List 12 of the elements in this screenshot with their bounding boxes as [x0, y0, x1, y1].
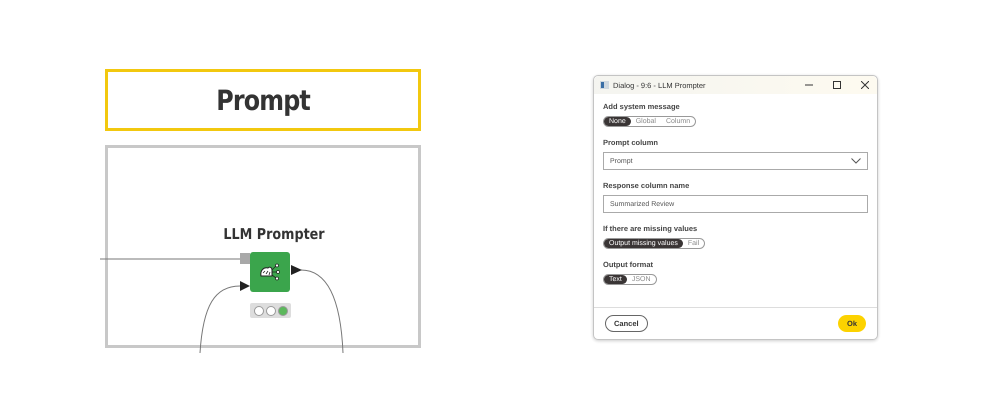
node[interactable] [250, 252, 290, 292]
heading: Prompt [216, 84, 310, 116]
input-port[interactable] [240, 281, 250, 291]
close-icon[interactable] [861, 81, 869, 89]
window-icon [600, 81, 609, 89]
node-title: LLM Prompter [222, 225, 326, 243]
input-port[interactable] [240, 253, 250, 264]
maximize-icon[interactable] [833, 81, 841, 89]
connection-line [200, 286, 240, 354]
brain-network-icon [258, 261, 282, 283]
chevron-icon [851, 158, 861, 164]
output-port[interactable] [291, 265, 302, 275]
